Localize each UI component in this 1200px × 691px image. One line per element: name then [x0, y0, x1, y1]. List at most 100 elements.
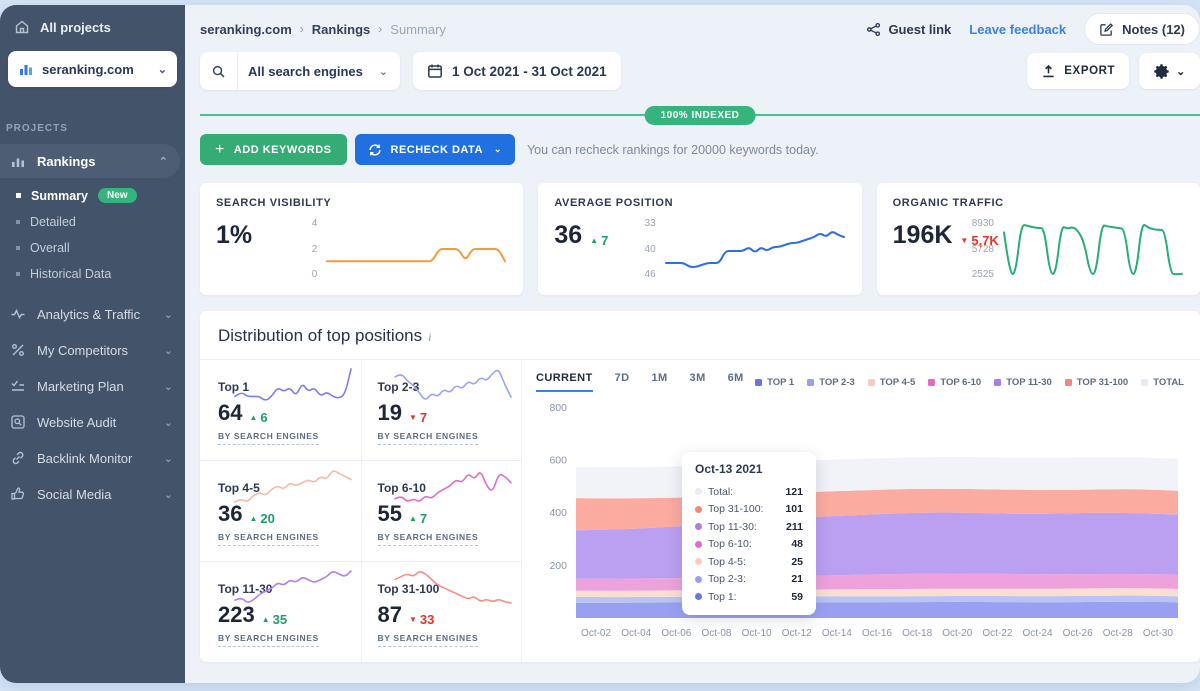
recheck-note: You can recheck rankings for 20000 keywo… — [527, 143, 819, 157]
tab-3m[interactable]: 3M — [690, 372, 706, 392]
svg-text:600: 600 — [549, 454, 567, 466]
svg-text:Oct-24: Oct-24 — [1023, 628, 1053, 639]
sidebar-item-social-media[interactable]: Social Media ⌄ — [0, 477, 185, 511]
gear-icon — [1153, 63, 1170, 80]
arrow-icon: ▲ — [262, 615, 270, 624]
sidebar-subitem-overall[interactable]: Overall — [0, 235, 185, 261]
date-range-picker[interactable]: 1 Oct 2021 - 31 Oct 2021 — [413, 52, 621, 90]
by-search-engines-link[interactable]: BY SEARCH ENGINES — [218, 532, 319, 546]
positions-chart-section: CURRENT 7D 1M 3M 6M TOP 1 TOP 2-3 TOP 4-… — [522, 360, 1200, 662]
indexed-badge: 100% INDEXED — [645, 106, 756, 125]
distribution-title: Distribution of top positions — [218, 326, 422, 345]
info-icon[interactable]: i — [428, 330, 431, 344]
stat-top-4-5: Top 4-5 36 ▲20 BY SEARCH ENGINES — [200, 461, 361, 561]
legend-top2-3[interactable]: TOP 2-3 — [807, 377, 855, 388]
tooltip-row: Top 11-30:211 — [695, 518, 803, 536]
chevron-down-icon: ⌄ — [164, 488, 173, 501]
breadcrumb-separator: › — [300, 22, 304, 36]
card-value: 196K — [893, 221, 953, 250]
card-delta: ▲7 — [590, 233, 608, 248]
svg-text:Oct-30: Oct-30 — [1143, 628, 1173, 639]
notes-button[interactable]: Notes (12) — [1084, 13, 1200, 45]
by-search-engines-link[interactable]: BY SEARCH ENGINES — [378, 532, 479, 546]
legend-top6-10[interactable]: TOP 6-10 — [928, 377, 981, 388]
legend-total[interactable]: TOTAL — [1141, 377, 1184, 388]
y-axis-ticks: 334046 — [645, 217, 656, 281]
settings-button[interactable]: ⌄ — [1139, 53, 1200, 89]
arrow-icon: ▲ — [249, 413, 257, 422]
sidebar-item-marketing-plan[interactable]: Marketing Plan ⌄ — [0, 369, 185, 403]
edit-note-icon — [1099, 22, 1114, 37]
svg-text:Oct-14: Oct-14 — [822, 628, 852, 639]
sidebar: All projects seranking.com ⌄ PROJECTS Ra… — [0, 5, 185, 683]
sidebar-item-rankings[interactable]: Rankings ⌃ — [0, 144, 180, 178]
sidebar-item-label: Social Media — [37, 487, 111, 502]
bullet-icon — [16, 246, 20, 250]
sidebar-subitem-detailed[interactable]: Detailed — [0, 209, 185, 235]
link-icon — [10, 450, 26, 466]
sidebar-item-analytics-traffic[interactable]: Analytics & Traffic ⌄ — [0, 297, 185, 331]
tab-7d[interactable]: 7D — [615, 372, 630, 392]
project-name: seranking.com — [42, 62, 134, 77]
sidebar-item-my-competitors[interactable]: My Competitors ⌄ — [0, 333, 185, 367]
organic-traffic-sparkline — [1002, 217, 1184, 281]
tab-current[interactable]: CURRENT — [536, 372, 593, 392]
tooltip-row: Top 1:59 — [695, 588, 803, 606]
tab-1m[interactable]: 1M — [651, 372, 667, 392]
top610-sparkline — [393, 467, 513, 505]
stat-top-11-30: Top 11-30 223 ▲35 BY SEARCH ENGINES — [200, 562, 361, 662]
all-projects-label: All projects — [40, 20, 111, 35]
chevron-down-icon: ⌄ — [158, 63, 167, 76]
stacked-area-chart[interactable]: 800600400200Oct-02Oct-04Oct-06Oct-08Oct-… — [536, 396, 1184, 644]
tooltip-row: Top 6-10:48 — [695, 536, 803, 554]
svg-text:Oct-10: Oct-10 — [742, 628, 772, 639]
chevron-down-icon: ⌄ — [164, 452, 173, 465]
tooltip-row: Total:121 — [695, 483, 803, 501]
home-icon — [14, 19, 30, 35]
export-icon — [1041, 64, 1056, 79]
legend-top1[interactable]: TOP 1 — [755, 377, 794, 388]
sidebar-item-website-audit[interactable]: Website Audit ⌄ — [0, 405, 185, 439]
search-visibility-card: SEARCH VISIBILITY 1% 420 — [200, 183, 523, 295]
sidebar-subitem-historical-data[interactable]: Historical Data — [0, 261, 185, 287]
breadcrumb-project[interactable]: seranking.com — [200, 22, 292, 37]
tab-6m[interactable]: 6M — [728, 372, 744, 392]
refresh-icon — [368, 143, 382, 157]
chevron-up-icon: ⌃ — [159, 155, 168, 168]
card-title: AVERAGE POSITION — [554, 197, 845, 209]
sidebar-item-backlink-monitor[interactable]: Backlink Monitor ⌄ — [0, 441, 185, 475]
position-stats: Top 1 64 ▲6 BY SEARCH ENGINES Top 2-3 — [200, 360, 522, 662]
add-keywords-button[interactable]: + ADD KEYWORDS — [200, 134, 347, 165]
by-search-engines-link[interactable]: BY SEARCH ENGINES — [378, 431, 479, 445]
legend-top4-5[interactable]: TOP 4-5 — [868, 377, 916, 388]
calendar-icon — [427, 63, 443, 79]
notes-label: Notes (12) — [1122, 22, 1185, 37]
project-selector[interactable]: seranking.com ⌄ — [8, 51, 177, 87]
breadcrumb-rankings[interactable]: Rankings — [312, 22, 371, 37]
by-search-engines-link[interactable]: BY SEARCH ENGINES — [218, 633, 319, 647]
guest-link-button[interactable]: Guest link — [866, 22, 951, 37]
leave-feedback-link[interactable]: Leave feedback — [969, 22, 1066, 37]
sidebar-subitem-summary[interactable]: Summary New — [0, 182, 185, 209]
by-search-engines-link[interactable]: BY SEARCH ENGINES — [218, 431, 319, 445]
svg-text:Oct-12: Oct-12 — [782, 628, 812, 639]
legend-top11-30[interactable]: TOP 11-30 — [994, 377, 1052, 388]
chevron-down-icon: ⌄ — [379, 65, 400, 78]
recheck-label: RECHECK DATA — [391, 144, 483, 156]
recheck-data-button[interactable]: RECHECK DATA ⌄ — [355, 134, 515, 165]
legend-top31-100[interactable]: TOP 31-100 — [1065, 377, 1128, 388]
y-axis-ticks: 420 — [312, 217, 318, 281]
by-search-engines-link[interactable]: BY SEARCH ENGINES — [378, 633, 479, 647]
all-projects-link[interactable]: All projects — [0, 5, 185, 49]
stat-delta: ▲7 — [409, 511, 427, 526]
thumbs-up-icon — [10, 486, 26, 502]
visibility-sparkline — [325, 217, 507, 281]
indexed-progress: 100% INDEXED — [200, 106, 1200, 124]
search-engines-select[interactable]: All search engines ⌄ — [200, 52, 400, 90]
sidebar-item-label: Backlink Monitor — [37, 451, 132, 466]
stat-delta: ▲35 — [262, 612, 287, 627]
svg-text:Oct-04: Oct-04 — [621, 628, 651, 639]
export-button[interactable]: EXPORT — [1027, 53, 1129, 89]
audit-icon — [10, 414, 26, 430]
top45-sparkline — [233, 467, 353, 505]
